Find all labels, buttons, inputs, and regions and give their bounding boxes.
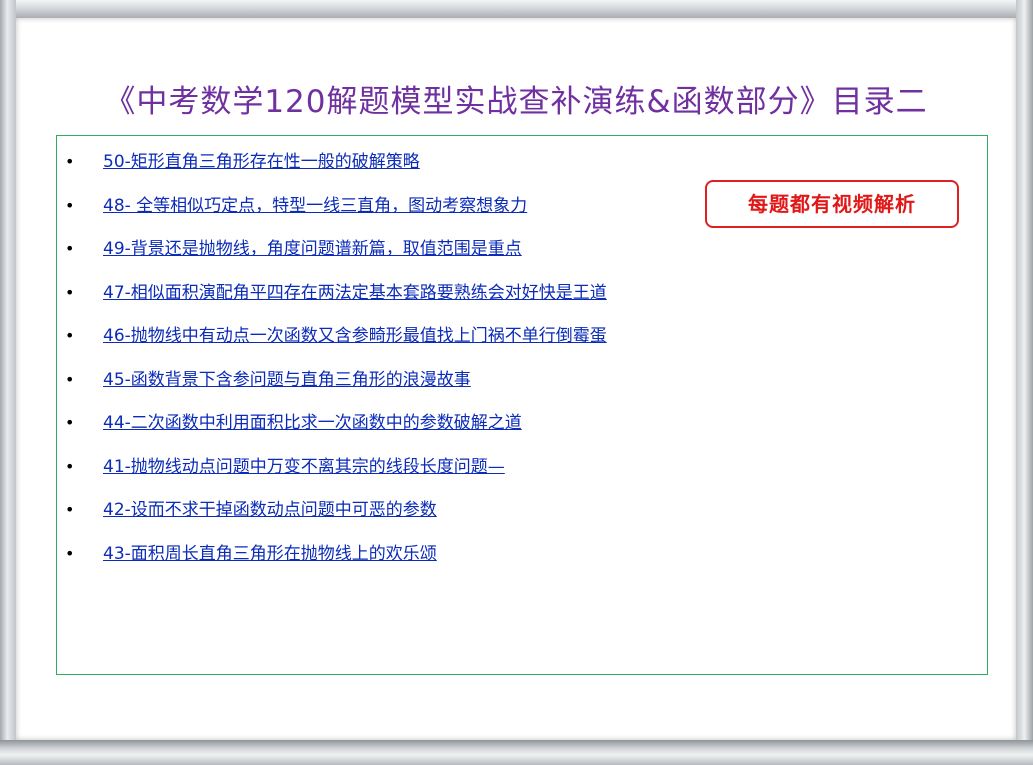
toc-link-46[interactable]: 46-抛物线中有动点一次函数又含参畸形最值找上门祸不单行倒霉蛋 [103,324,607,348]
toc-link-43[interactable]: 43-面积周长直角三角形在抛物线上的欢乐颂 [103,542,437,566]
frame-right-edge [1016,0,1033,765]
slide-board: 《中考数学120解题模型实战查补演练&函数部分》目录二 • 50-矩形直角三角形… [16,18,1016,740]
bullet-icon: • [65,456,75,476]
frame-top-edge [0,0,1033,18]
bullet-icon: • [65,369,75,389]
toc-link-47[interactable]: 47-相似面积演配角平四存在两法定基本套路要熟练会对好快是王道 [103,281,607,305]
list-item: • 45-函数背景下含参问题与直角三角形的浪漫故事 [57,368,987,412]
bullet-icon: • [65,543,75,563]
bullet-icon: • [65,152,75,171]
list-item: • 42-设而不求干掉函数动点问题中可恶的参数 [57,498,987,542]
page-title: 《中考数学120解题模型实战查补演练&函数部分》目录二 [104,84,928,120]
bullet-icon: • [65,282,75,302]
bullet-icon: • [65,500,75,519]
toc-link-45[interactable]: 45-函数背景下含参问题与直角三角形的浪漫故事 [103,368,471,392]
bullet-icon: • [65,239,75,258]
frame-left-edge [0,0,16,765]
toc-link-50[interactable]: 50-矩形直角三角形存在性一般的破解策略 [103,150,420,174]
toc-box: • 50-矩形直角三角形存在性一般的破解策略 • 48- 全等相似巧定点，特型一… [56,135,988,675]
list-item: • 47-相似面积演配角平四存在两法定基本套路要熟练会对好快是王道 [57,281,987,325]
bullet-icon: • [65,195,75,215]
toc-link-48[interactable]: 48- 全等相似巧定点，特型一线三直角，图动考察想象力 [103,194,527,218]
frame-bottom-tray [0,740,1033,765]
list-item: • 43-面积周长直角三角形在抛物线上的欢乐颂 [57,542,987,586]
list-item: • 49-背景还是抛物线，角度问题谱新篇，取值范围是重点 [57,237,987,281]
video-analysis-badge: 每题都有视频解析 [705,180,959,228]
whiteboard-frame: 《中考数学120解题模型实战查补演练&函数部分》目录二 • 50-矩形直角三角形… [0,0,1033,765]
toc-link-42[interactable]: 42-设而不求干掉函数动点问题中可恶的参数 [103,498,437,522]
list-item: • 46-抛物线中有动点一次函数又含参畸形最值找上门祸不单行倒霉蛋 [57,324,987,368]
list-item: • 44-二次函数中利用面积比求一次函数中的参数破解之道 [57,411,987,455]
toc-link-41[interactable]: 41-抛物线动点问题中万变不离其宗的线段长度问题— [103,455,505,479]
toc-link-49[interactable]: 49-背景还是抛物线，角度问题谱新篇，取值范围是重点 [103,237,522,261]
bullet-icon: • [65,326,75,345]
toc-link-44[interactable]: 44-二次函数中利用面积比求一次函数中的参数破解之道 [103,411,522,435]
bullet-icon: • [65,413,75,432]
list-item: • 41-抛物线动点问题中万变不离其宗的线段长度问题— [57,455,987,499]
